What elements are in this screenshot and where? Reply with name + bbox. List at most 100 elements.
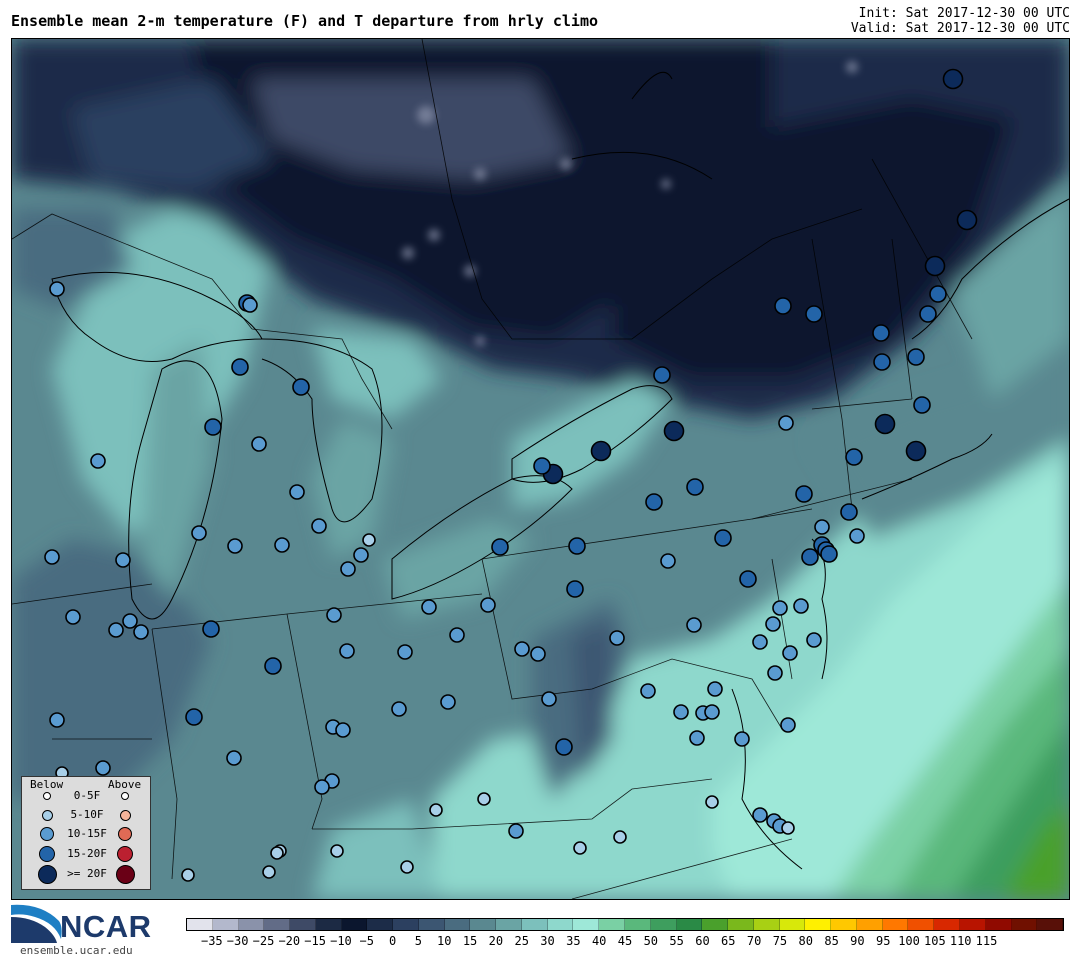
station-marker — [673, 704, 689, 720]
station-marker — [849, 528, 865, 544]
colorbar-tick-label: −30 — [226, 934, 249, 948]
station-marker — [231, 358, 249, 376]
colorbar-swatch — [264, 919, 291, 930]
station-marker — [714, 529, 732, 547]
legend-above-dot — [121, 792, 129, 800]
station-marker — [400, 860, 414, 874]
station-marker — [514, 641, 530, 657]
colorbar-swatch — [418, 919, 445, 930]
colorbar-tick-label: 10 — [437, 934, 452, 948]
station-marker — [335, 722, 351, 738]
colorbar-tick-label: 35 — [566, 934, 581, 948]
colorbar-swatch — [496, 919, 522, 930]
colorbar — [186, 918, 1064, 931]
colorbar-swatch — [547, 919, 574, 930]
colorbar-swatch — [959, 919, 986, 930]
station-marker — [752, 634, 768, 650]
station-marker — [956, 209, 978, 231]
station-marker — [449, 627, 465, 643]
colorbar-tick-label: 70 — [746, 934, 762, 948]
station-marker — [555, 738, 573, 756]
colorbar-swatch — [212, 919, 239, 930]
map-canvas — [12, 39, 1069, 899]
station-marker — [609, 630, 625, 646]
station-marker — [95, 760, 111, 776]
station-marker — [872, 324, 890, 342]
colorbar-tick-label: 45 — [617, 934, 633, 948]
colorbar-swatch — [805, 919, 832, 930]
colorbar-tick-label: 40 — [591, 934, 607, 948]
temperature-map[interactable] — [11, 38, 1070, 900]
time-info: Init: Sat 2017-12-30 00 UTC Valid: Sat 2… — [851, 6, 1070, 36]
station-marker — [65, 609, 81, 625]
station-marker — [326, 607, 342, 623]
station-marker — [566, 580, 584, 598]
station-marker — [226, 750, 242, 766]
colorbar-tick-label: 25 — [514, 934, 529, 948]
colorbar-tick-label: −25 — [252, 934, 275, 948]
colorbar-swatch — [238, 919, 265, 930]
legend-row-label: 10-15F — [67, 827, 107, 840]
station-marker — [942, 68, 964, 90]
station-marker — [251, 436, 267, 452]
station-marker — [340, 561, 356, 577]
colorbar-tick-label: 110 — [949, 934, 972, 948]
station-marker — [780, 717, 796, 733]
station-marker — [274, 537, 290, 553]
station-marker — [530, 646, 546, 662]
station-marker — [353, 547, 369, 563]
station-marker — [508, 823, 524, 839]
colorbar-swatch — [625, 919, 651, 930]
legend: Below Above 0-5F 5-10F 10-15F 15-20F >= 20F — [21, 776, 151, 890]
station-marker — [541, 691, 557, 707]
colorbar-tick-label: 85 — [824, 934, 839, 948]
station-marker — [845, 448, 863, 466]
station-marker — [115, 552, 131, 568]
station-marker — [191, 525, 207, 541]
station-marker — [264, 657, 282, 675]
station-marker — [440, 694, 456, 710]
station-marker — [480, 597, 496, 613]
station-marker — [929, 285, 947, 303]
colorbar-swatch — [393, 919, 419, 930]
colorbar-swatch — [856, 919, 883, 930]
colorbar-tick-label: 30 — [540, 934, 555, 948]
station-marker — [640, 683, 656, 699]
colorbar-swatch — [676, 919, 703, 930]
station-marker — [391, 701, 407, 717]
colorbar-tick-label: 105 — [924, 934, 946, 948]
station-marker — [689, 730, 705, 746]
station-marker — [590, 440, 612, 462]
station-marker — [314, 779, 330, 795]
station-marker — [924, 255, 946, 277]
station-marker — [330, 844, 344, 858]
colorbar-swatch — [650, 919, 677, 930]
station-marker — [568, 537, 586, 555]
station-marker — [227, 538, 243, 554]
colorbar-swatch — [779, 919, 806, 930]
station-marker — [778, 415, 794, 431]
colorbar-tick-label: −5 — [359, 934, 374, 948]
station-marker — [767, 665, 783, 681]
colorbar-tick-label: 60 — [695, 934, 710, 948]
colorbar-swatch — [702, 919, 729, 930]
colorbar-swatch — [444, 919, 471, 930]
legend-below-dot — [43, 792, 51, 800]
station-marker — [752, 807, 768, 823]
legend-below-dot — [37, 864, 57, 884]
colorbar-swatch — [728, 919, 754, 930]
colorbar-swatch — [341, 919, 368, 930]
colorbar-tick-label: −15 — [304, 934, 326, 948]
station-marker — [339, 643, 355, 659]
station-marker — [820, 545, 838, 563]
station-marker — [613, 830, 627, 844]
colorbar-swatch — [1011, 919, 1038, 930]
colorbar-swatch — [187, 919, 213, 930]
legend-above-dot — [115, 864, 135, 884]
station-marker — [913, 396, 931, 414]
colorbar-swatch — [753, 919, 780, 930]
station-marker — [397, 644, 413, 660]
station-marker — [242, 297, 258, 313]
colorbar-tick-label: 0 — [388, 934, 397, 948]
station-marker — [202, 620, 220, 638]
